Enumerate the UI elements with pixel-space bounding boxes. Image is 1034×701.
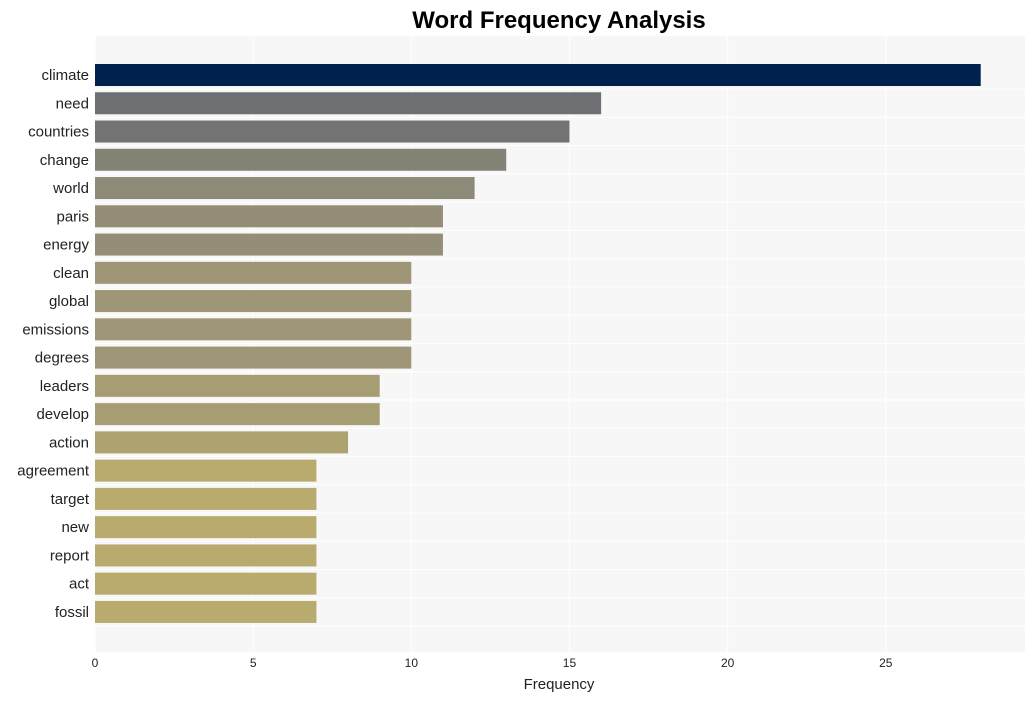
x-tick-label-15: 15 xyxy=(563,656,577,670)
bar-report xyxy=(95,544,317,567)
y-tick-label-need: need xyxy=(56,95,89,112)
y-tick-label-emissions: emissions xyxy=(22,321,89,338)
x-tick-label-20: 20 xyxy=(721,656,735,670)
y-tick-label-degrees: degrees xyxy=(35,350,89,367)
bar-energy xyxy=(95,233,443,256)
y-tick-label-change: change xyxy=(40,152,89,169)
chart-title: Word Frequency Analysis xyxy=(412,7,705,34)
y-tick-label-paris: paris xyxy=(56,208,89,225)
bar-change xyxy=(95,148,507,171)
bar-degrees xyxy=(95,346,412,369)
bar-countries xyxy=(95,120,570,143)
y-tick-label-world: world xyxy=(52,180,89,197)
y-tick-label-act: act xyxy=(69,576,90,593)
y-tick-label-develop: develop xyxy=(36,406,89,423)
bar-paris xyxy=(95,205,443,228)
bar-clean xyxy=(95,261,412,284)
bar-action xyxy=(95,431,349,454)
bar-agreement xyxy=(95,459,317,482)
bar-act xyxy=(95,572,317,595)
x-tick-label-0: 0 xyxy=(92,656,99,670)
x-tick-label-25: 25 xyxy=(879,656,893,670)
y-tick-label-action: action xyxy=(49,434,89,451)
y-tick-label-leaders: leaders xyxy=(40,378,89,395)
y-tick-label-fossil: fossil xyxy=(55,604,89,621)
y-tick-label-new: new xyxy=(61,519,89,536)
y-tick-label-energy: energy xyxy=(43,237,89,254)
y-axis-labels: climate need countries change world paris ener… xyxy=(17,67,90,621)
y-tick-label-countries: countries xyxy=(28,124,89,141)
bar-climate xyxy=(95,64,981,86)
bar-target xyxy=(95,487,317,510)
bar-global xyxy=(95,290,412,313)
x-axis-ticks: 0 5 10 15 20 25 xyxy=(92,656,893,670)
bar-leaders xyxy=(95,374,380,397)
y-tick-label-agreement: agreement xyxy=(17,463,90,480)
x-tick-label-5: 5 xyxy=(250,656,257,670)
bar-new xyxy=(95,516,317,539)
x-tick-label-10: 10 xyxy=(405,656,419,670)
bar-emissions xyxy=(95,318,412,341)
y-tick-label-report: report xyxy=(50,547,90,564)
bar-fossil xyxy=(95,600,317,623)
word-frequency-chart: Word Frequency Analysis climate need count… xyxy=(17,7,1025,693)
y-tick-label-global: global xyxy=(49,293,89,310)
x-axis-label: Frequency xyxy=(524,676,595,693)
y-tick-label-climate: climate xyxy=(41,67,89,84)
y-tick-label-target: target xyxy=(51,491,90,508)
bar-need xyxy=(95,92,602,115)
bar-world xyxy=(95,177,475,200)
y-tick-label-clean: clean xyxy=(53,265,89,282)
bar-develop xyxy=(95,403,380,426)
